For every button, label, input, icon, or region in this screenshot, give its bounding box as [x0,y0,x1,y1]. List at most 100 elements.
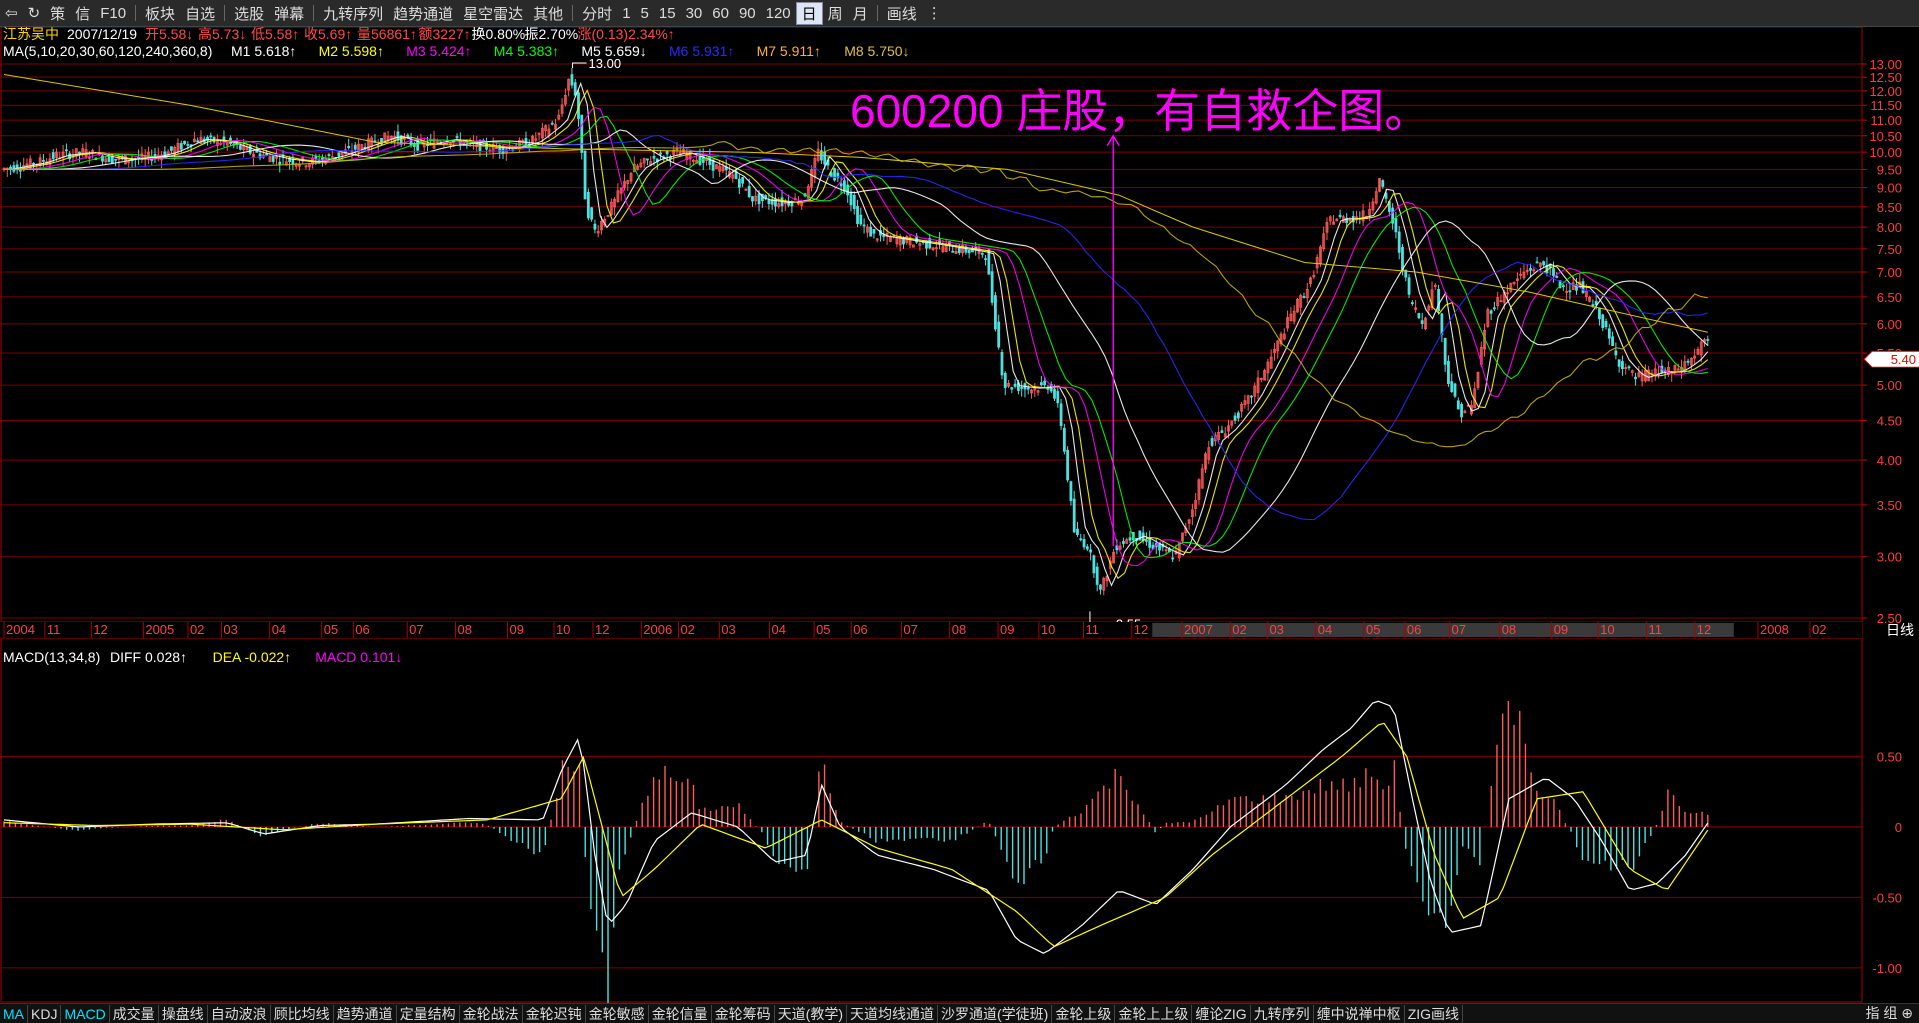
candle-body [990,271,994,303]
candle-body [1440,313,1444,335]
toolbar-item-20[interactable]: 120 [761,5,796,22]
indicator-tab-18[interactable]: 金轮上上级 [1115,1004,1193,1023]
candle-body [114,158,118,161]
candle-body [951,250,955,253]
indicator-tab-21[interactable]: 缠中说禅中枢 [1314,1004,1405,1023]
candle-body [1381,180,1385,187]
candle-body [1122,541,1125,544]
candle-body [1039,382,1043,386]
time-label-2: 12 [93,622,107,637]
indicator-tab-1[interactable]: KDJ [28,1004,62,1023]
toolbar-item-4[interactable]: F10 [95,5,131,22]
indicator-tab-22[interactable]: ZIG画线 [1405,1004,1464,1023]
macd-tick-label: 0 [1895,820,1902,835]
candle-body [1607,328,1611,339]
macd-value-2: MACD 0.101↓ [315,649,402,665]
candle-body [1056,391,1060,404]
indicator-tab-19[interactable]: 缠论ZIG [1192,1004,1251,1023]
candle-body [1456,400,1460,410]
candle-body [1627,366,1631,369]
toolbar-item-25[interactable]: ⋮ [922,4,947,22]
toolbar-item-13[interactable]: 分时 [577,3,617,24]
toolbar-item-6[interactable]: 自选 [180,3,220,24]
price-tick-label: 9.00 [1877,181,1902,196]
candle-body [1072,498,1076,533]
toolbar-item-17[interactable]: 30 [681,5,708,22]
time-label-26: 2007 [1184,622,1213,637]
indicator-tab-13[interactable]: 金轮筹码 [712,1004,775,1023]
indicator-tab-4[interactable]: 操盘线 [159,1004,208,1023]
candle-body [583,150,587,200]
toolbar-item-15[interactable]: 5 [636,5,654,22]
indicator-tab-5[interactable]: 自动波浪 [208,1004,271,1023]
indicator-tab-14[interactable]: 天道(教学) [775,1004,848,1023]
toolbar-item-22[interactable]: 周 [823,3,848,24]
toolbar-item-12[interactable]: 其他 [528,3,568,24]
indicator-tab-17[interactable]: 金轮上级 [1052,1004,1116,1023]
candle-body [1394,218,1398,233]
toolbar-item-9[interactable]: 九转序列 [318,3,388,24]
toolbar-item-8[interactable]: 弹幕 [269,3,309,24]
toolbar-item-19[interactable]: 90 [734,5,761,22]
candle-body [846,184,850,196]
toolbar-item-16[interactable]: 15 [654,5,681,22]
toolbar-item-18[interactable]: 60 [707,5,734,22]
panel-controls[interactable]: 指 组 ⊕ [1865,1004,1913,1022]
candle-body [1026,387,1030,390]
toolbar-item-1[interactable]: ↻ [23,4,46,22]
candle-body [1079,538,1083,541]
candle-body [957,247,961,254]
toolbar-separator [313,5,315,21]
toolbar-item-11[interactable]: 星空雷达 [458,3,528,24]
high-price-label: 13.00 [589,56,622,71]
candle-body [9,166,12,169]
macd-histogram [3,701,1709,1003]
toolbar-item-23[interactable]: 月 [848,3,873,24]
toolbar-item-0[interactable]: ⇦ [0,4,23,22]
time-label-18: 05 [816,622,830,637]
quote-2: 低5.58↑ [251,27,299,42]
indicator-tab-10[interactable]: 金轮迟钝 [523,1004,586,1023]
indicator-tab-9[interactable]: 金轮战法 [460,1004,523,1023]
toolbar-item-24[interactable]: 画线 [882,3,922,24]
candle-body [110,156,114,164]
time-label-6: 04 [272,622,286,637]
candle-body [646,158,649,161]
candle-body [980,252,984,255]
indicator-tab-7[interactable]: 趋势通道 [334,1004,397,1023]
toolbar-item-21[interactable]: 日 [795,1,823,25]
indicator-tab-2[interactable]: MACD [61,1004,110,1023]
indicator-tab-16[interactable]: 沙罗通道(学徒班) [938,1004,1053,1023]
indicator-tab-6[interactable]: 顾比均线 [271,1004,334,1023]
indicator-tab-20[interactable]: 九转序列 [1251,1004,1314,1023]
time-label-14: 2006 [643,622,672,637]
indicator-tab-3[interactable]: 成交量 [110,1004,159,1023]
candle-body [1000,351,1004,376]
toolbar-item-3[interactable]: 信 [70,3,95,24]
indicator-tab-11[interactable]: 金轮敏感 [586,1004,649,1023]
toolbar-item-14[interactable]: 1 [617,5,635,22]
indicator-tab-8[interactable]: 定量结构 [397,1004,460,1023]
candle-body [64,149,68,152]
candle-body [1617,359,1621,367]
indicator-tab-15[interactable]: 天道均线通道 [847,1004,939,1023]
toolbar-item-10[interactable]: 趋势通道 [388,3,458,24]
ma-value-6: M7 5.911↑ [757,43,821,59]
toolbar-item-5[interactable]: 板块 [140,3,180,24]
toolbar-item-7[interactable]: 选股 [229,3,269,24]
macd-value-0: DIFF 0.028↑ [110,649,187,665]
price-tick-label: 5.00 [1877,378,1902,393]
indicator-tab-12[interactable]: 金轮信量 [649,1004,712,1023]
candle-body [1085,546,1089,550]
price-tick-label: 3.00 [1877,550,1902,565]
candle-body [659,152,662,155]
time-label-25: 12 [1134,622,1148,637]
candle-body [1407,277,1411,295]
candle-body [839,183,843,187]
toolbar-item-2[interactable]: 策 [45,3,70,24]
period-label: 日线 [1886,622,1914,638]
toolbar-separator [224,5,226,21]
candle-body [652,155,656,159]
macd-title: MACD(13,34,8) [3,649,100,665]
indicator-tab-0[interactable]: MA [0,1004,28,1023]
